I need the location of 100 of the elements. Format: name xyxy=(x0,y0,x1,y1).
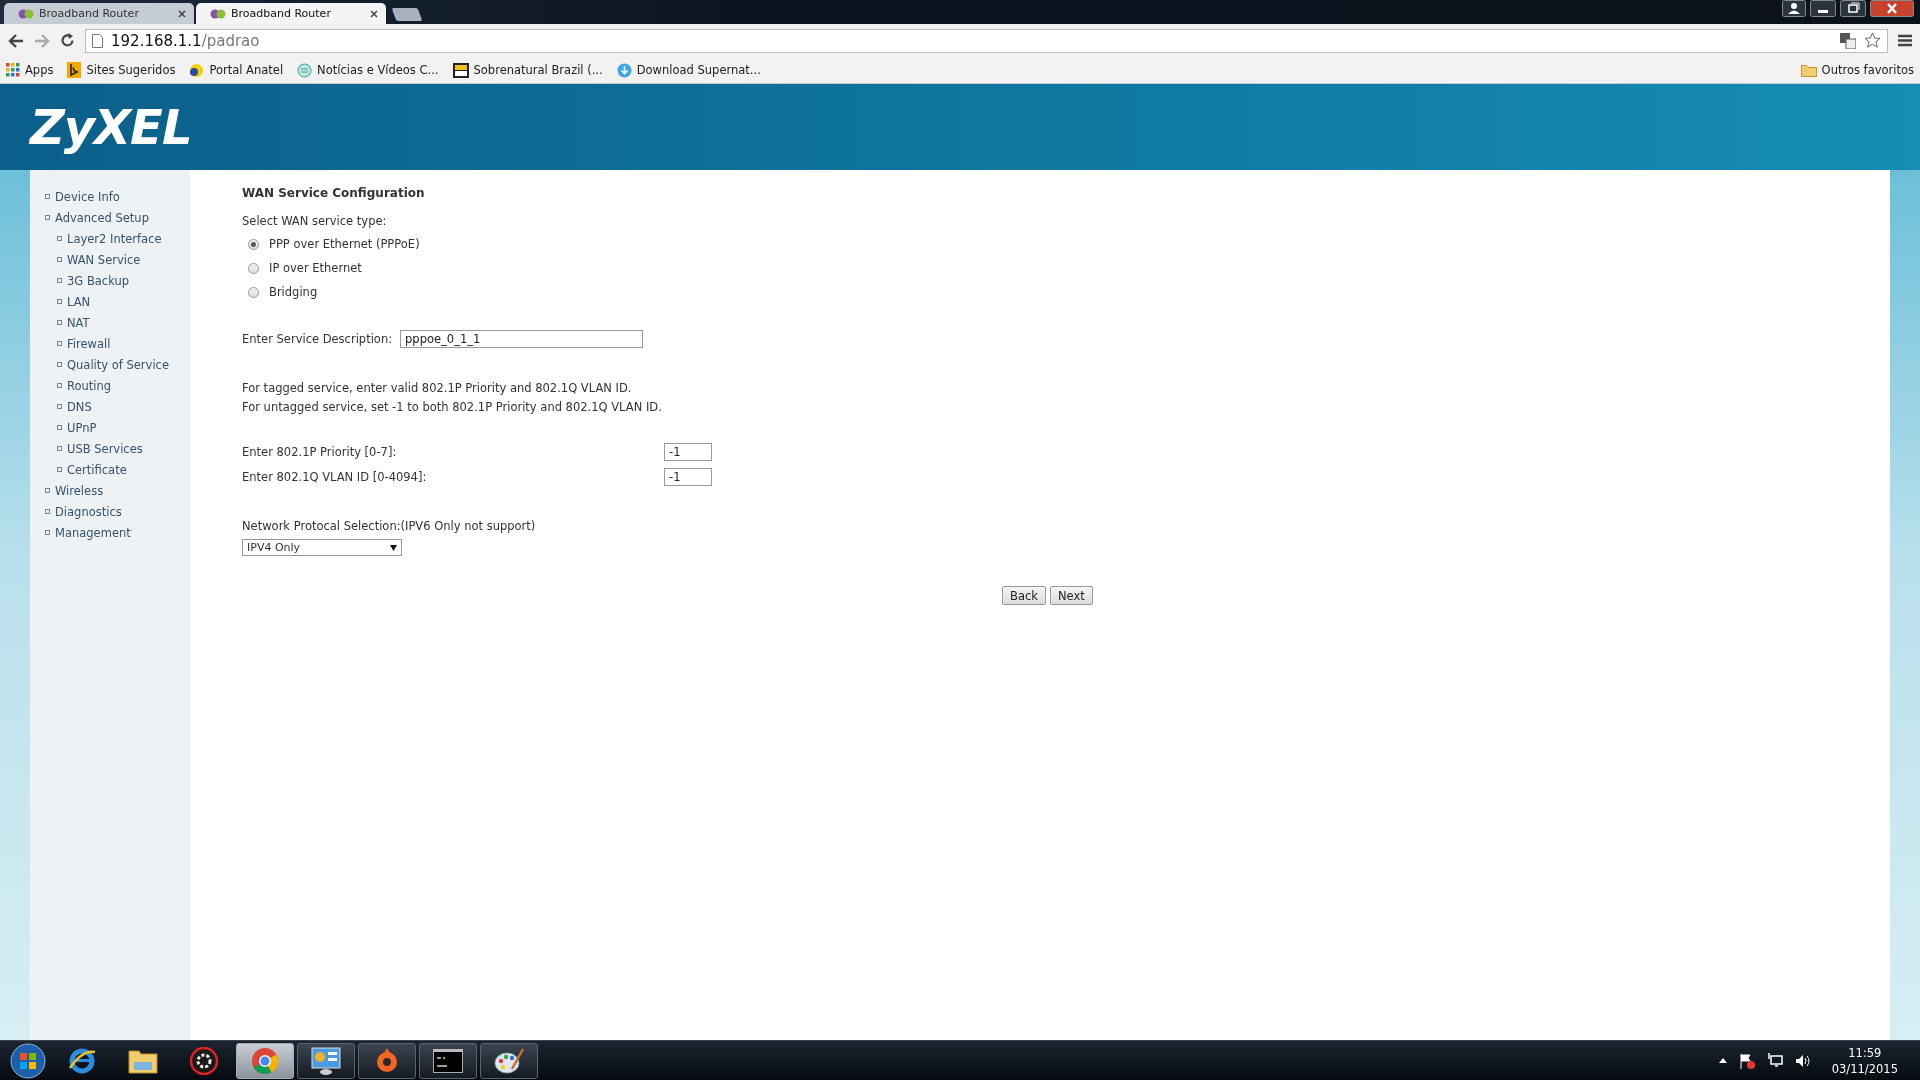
control-panel-icon xyxy=(311,1046,341,1075)
browser-tab[interactable]: Broadband Router xyxy=(196,3,386,24)
apps-grid-icon xyxy=(6,63,20,77)
palette-icon xyxy=(494,1046,524,1075)
b-logo-icon xyxy=(67,62,82,78)
nav-link[interactable]: Device Info xyxy=(30,186,190,207)
sb-logo-icon xyxy=(452,62,469,78)
bookmark[interactable]: Download Supernat... xyxy=(616,62,761,78)
nav-link[interactable]: LAN xyxy=(30,291,190,312)
bookmark[interactable]: Apps xyxy=(6,63,54,77)
nav-link[interactable]: Firewall xyxy=(30,333,190,354)
nav-link[interactable]: NAT xyxy=(30,312,190,333)
globe-icon xyxy=(189,62,205,78)
form-button[interactable]: Next xyxy=(1049,586,1093,605)
speaker-icon[interactable] xyxy=(1794,1053,1810,1068)
logo: ZyXEL xyxy=(30,99,192,155)
bullet-icon xyxy=(57,446,62,451)
start-button[interactable] xyxy=(10,1042,46,1079)
bookmark-folder[interactable]: Outros favoritos xyxy=(1800,63,1914,77)
bullet-icon xyxy=(57,299,62,304)
bookmark[interactable]: Notícias e Vídeos C... xyxy=(297,62,439,78)
bullet-icon xyxy=(57,362,62,367)
bullet-icon xyxy=(57,236,62,241)
nav-link[interactable]: Advanced Setup xyxy=(30,207,190,228)
bullet-icon xyxy=(57,404,62,409)
new-tab-button[interactable] xyxy=(391,8,423,21)
nav-link[interactable]: Wireless xyxy=(30,480,190,501)
nav-link[interactable]: DNS xyxy=(30,396,190,417)
taskbar-button[interactable] xyxy=(480,1042,538,1079)
taskbar-button[interactable] xyxy=(236,1042,294,1079)
nav-link[interactable]: Routing xyxy=(30,375,190,396)
nav-link[interactable]: Diagnostics xyxy=(30,501,190,522)
nav-link[interactable]: Certificate xyxy=(30,459,190,480)
bullet-icon xyxy=(57,383,62,388)
close-icon[interactable] xyxy=(1870,0,1914,17)
field-label: Enter 802.1P Priority [0-7]: xyxy=(242,444,398,459)
nav-link[interactable]: Management xyxy=(30,522,190,543)
nav-link[interactable]: UPnP xyxy=(30,417,190,438)
clock[interactable]: 11:59 03/11/2015 xyxy=(1831,1044,1898,1077)
bullet-icon xyxy=(57,320,62,325)
bookmark[interactable]: Sobrenatural Brazil (... xyxy=(452,62,603,78)
restore-icon[interactable] xyxy=(1840,0,1866,17)
bullet-icon xyxy=(45,194,50,199)
bullet-icon xyxy=(45,488,50,493)
nav-link[interactable]: USB Services xyxy=(30,438,190,459)
address-bar[interactable]: 192.168.1.1/padrao xyxy=(85,28,1888,53)
bullet-icon xyxy=(57,467,62,472)
bullet-icon xyxy=(57,425,62,430)
description-field[interactable]: pppoe_0_1_1 xyxy=(400,330,644,348)
translate-icon[interactable] xyxy=(1840,32,1856,49)
minimize-icon[interactable] xyxy=(1810,0,1836,17)
bookmark[interactable]: Sites Sugeridos xyxy=(67,62,176,78)
taskbar-button[interactable] xyxy=(419,1042,477,1079)
taskbar-button[interactable] xyxy=(297,1042,355,1079)
user-icon[interactable] xyxy=(1782,0,1806,17)
close-icon[interactable] xyxy=(178,9,186,18)
star-icon[interactable] xyxy=(1864,32,1881,49)
flag-icon[interactable] xyxy=(1738,1052,1755,1069)
browser-tab[interactable]: Broadband Router xyxy=(4,3,194,24)
option-label: PPP over Ethernet (PPPoE) xyxy=(269,237,420,251)
radio-button[interactable] xyxy=(248,286,259,298)
bullet-icon xyxy=(45,215,50,220)
network-icon[interactable] xyxy=(1766,1053,1783,1068)
bullet-icon xyxy=(57,341,62,346)
form-button[interactable]: Back xyxy=(1002,586,1046,605)
nav-link[interactable]: 3G Backup xyxy=(30,270,190,291)
download-icon xyxy=(616,62,632,78)
protocol-dropdown[interactable]: IPV4 Only xyxy=(242,539,402,556)
dropdown-arrow-icon xyxy=(390,544,397,551)
field-label: Select WAN service type: xyxy=(242,214,388,228)
help-text: For untagged service, set -1 to both 802.1P Priority and 802.1Q VLAN ID. xyxy=(242,399,663,416)
priority-field[interactable]: -1 xyxy=(664,442,712,461)
vlan-id-field[interactable]: -1 xyxy=(664,467,712,486)
field-label: Network Protocal Selection:(IPV6 Only not support) xyxy=(242,519,537,533)
bullet-icon xyxy=(45,530,50,535)
bookmark[interactable]: Portal Anatel xyxy=(189,62,284,78)
radio-button[interactable] xyxy=(248,238,259,250)
folder-icon xyxy=(128,1047,158,1074)
chrome-logo-icon xyxy=(251,1046,279,1075)
bullet-icon xyxy=(57,257,62,262)
show-hidden-icons-icon[interactable] xyxy=(1718,1058,1727,1063)
field-label: Enter 802.1Q VLAN ID [0-4094]: xyxy=(242,469,428,484)
page-icon xyxy=(92,33,103,48)
nav-link[interactable]: Layer2 Interface xyxy=(30,228,190,249)
menu-icon[interactable] xyxy=(1898,34,1912,47)
reload-icon[interactable] xyxy=(60,33,75,48)
terminal-icon xyxy=(433,1048,463,1073)
help-text: For tagged service, enter valid 802.1P Priority and 802.1Q VLAN ID. xyxy=(242,380,633,397)
smiley-icon xyxy=(297,62,313,78)
ring-logo-icon xyxy=(375,1046,399,1075)
option-label: Bridging xyxy=(269,285,318,299)
radio-button[interactable] xyxy=(248,262,259,274)
nav-link[interactable]: WAN Service xyxy=(30,249,190,270)
field-label: Enter Service Description: xyxy=(242,332,393,346)
back-icon[interactable] xyxy=(8,33,24,48)
folder-icon xyxy=(1800,63,1817,77)
bullet-icon xyxy=(45,509,50,514)
nav-link[interactable]: Quality of Service xyxy=(30,354,190,375)
close-icon[interactable] xyxy=(370,9,378,18)
option-label: IP over Ethernet xyxy=(269,261,362,275)
